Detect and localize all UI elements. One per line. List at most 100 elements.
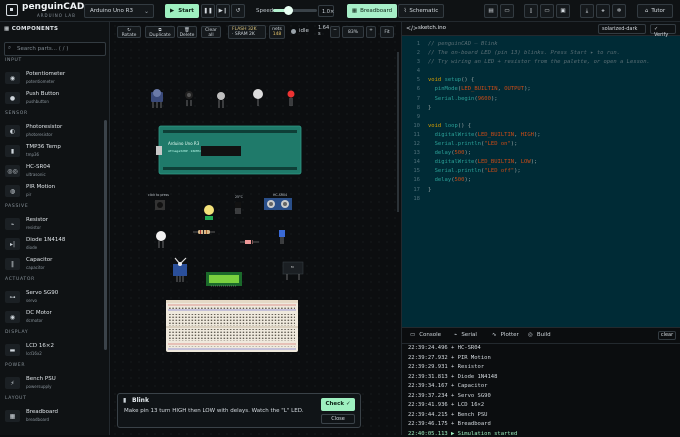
code-line: 8} — [406, 104, 650, 113]
start-label: Start — [178, 8, 194, 14]
sidebar-item-potentiometer[interactable]: ◉ Potentiometer potentiometer — [5, 69, 103, 87]
sidebar-item-diode[interactable]: ▸| Diode 1N4148 diode — [5, 235, 103, 253]
play-icon: ▶ — [170, 8, 175, 14]
sidebar-item-lcd16x2[interactable]: ▬ LCD 16×2 lcd16x2 — [5, 341, 103, 359]
line-number: 3 — [416, 59, 420, 66]
code-line: 5 void setup() { — [406, 76, 650, 85]
search-placeholder: Search parts... ( / ) — [17, 46, 69, 52]
temp-caption: 25°C — [235, 195, 244, 199]
sidebar-item-servo[interactable]: ⊶ Servo SG90 servo — [5, 288, 103, 306]
new-file-button[interactable]: ▯ — [524, 4, 538, 18]
line-number: 13 — [413, 150, 420, 157]
settings-button[interactable]: ✲ — [612, 4, 626, 18]
code-token: digitalWrite — [434, 159, 475, 166]
part-dc-motor[interactable]: M — [282, 261, 304, 280]
sidebar-scrollbar[interactable] — [104, 120, 107, 350]
close-button[interactable]: Close — [321, 414, 355, 424]
sidebar-item-label: Diode 1N4148 — [26, 237, 66, 243]
sidebar-item-pushbutton[interactable]: ● Push Button pushbutton — [5, 89, 103, 107]
breadboard-canvas[interactable]: ↻ Rotate ⧉ Duplicate 🗑 Delete Clear all FLA… — [111, 22, 401, 435]
part-pir[interactable] — [204, 205, 214, 220]
resistor-icon: ⌁ — [5, 218, 20, 230]
tab-plotter[interactable]: ∿ Plotter — [492, 332, 519, 338]
part-resistor[interactable] — [193, 230, 215, 234]
arduino-uno-board[interactable]: Arduino Uno R3 ATmega328P · 16MHz — [156, 125, 302, 175]
part-diode[interactable] — [240, 240, 259, 244]
line-number: 18 — [413, 195, 420, 202]
export-button[interactable]: ⤓ — [580, 4, 594, 18]
verify-button[interactable]: ✓ Verify — [650, 24, 676, 38]
canvas-scrollbar[interactable] — [397, 52, 399, 212]
verify-label: Verify — [654, 32, 669, 38]
speed-slider[interactable] — [273, 6, 317, 15]
sidebar-item-dcmotor[interactable]: ◉ DC Motor dcmotor — [5, 308, 103, 326]
code-line: 2 // The on-board LED (pin 13) blinks. Pr… — [406, 49, 650, 58]
sidebar-item-photoresistor[interactable]: ◐ Photoresistor photoresistor — [5, 122, 103, 140]
tab-serial[interactable]: ⌁ Serial — [454, 332, 477, 338]
sidebar-item-pir[interactable]: ◍ PIR Motion pir — [5, 182, 103, 200]
build-icon: ◎ — [528, 332, 533, 338]
tab-build[interactable]: ◎ Build — [528, 332, 551, 338]
panel-toggle-button[interactable]: ▭ — [500, 4, 514, 18]
sidebar-item-label: Potentiometer — [26, 71, 66, 77]
tutor-button[interactable]: ⌂ Tutor — [637, 4, 673, 18]
step-button[interactable]: ▶❙ — [216, 4, 230, 18]
save-button[interactable]: ▣ — [556, 4, 570, 18]
part-capacitor[interactable] — [156, 231, 166, 248]
line-number: 4 — [416, 68, 420, 75]
start-button[interactable]: ▶ Start — [165, 4, 199, 18]
board-select[interactable]: Arduino Uno R3 ⌄ — [84, 4, 154, 18]
clear-console-button[interactable]: clear — [658, 331, 676, 340]
part-servo[interactable] — [173, 257, 187, 282]
code-token: LOW — [520, 159, 531, 166]
code-token: 500 — [454, 150, 465, 157]
breadboard[interactable] — [166, 300, 298, 352]
pause-button[interactable]: ❚❚ — [201, 4, 215, 18]
part-thermistor[interactable] — [253, 89, 263, 106]
code-line: 7 Serial.begin(9600); — [406, 95, 650, 104]
tab-console[interactable]: ▭ Console — [410, 332, 441, 338]
part-photoresistor[interactable] — [217, 92, 225, 108]
theme-select[interactable]: solarized-dark — [598, 24, 646, 34]
part-potentiometer[interactable] — [151, 89, 163, 108]
thermo-icon: ▮ — [5, 145, 20, 157]
part-tmp36[interactable]: 25°C — [235, 195, 244, 214]
part-led-blue[interactable] — [279, 230, 285, 244]
step-icon: ▶❙ — [218, 8, 228, 14]
sidebar-item-tmp36[interactable]: ▮ TMP36 Temp tmp36 — [5, 142, 103, 160]
open-folder-button[interactable]: ▭ — [540, 4, 554, 18]
sidebar-item-sub: tmp36 — [26, 152, 40, 157]
code-editor[interactable]: </> sketch.ino solarized-dark ✓ Verify 1… — [401, 22, 680, 327]
sidebar-item-powersupply[interactable]: ⚡ Bench PSU powersupply — [5, 374, 103, 392]
layout-toggle-button[interactable]: ▤ — [484, 4, 498, 18]
tab-schematic[interactable]: ⌇ Schematic — [398, 4, 444, 18]
sidebar-item-breadboard[interactable]: ▦ Breadboard breadboard — [5, 407, 103, 425]
part-push-button[interactable] — [185, 91, 193, 106]
components-sidebar: ▦ COMPONENTS ⌕ Search parts... ( / ) INP… — [0, 22, 110, 435]
tab-breadboard[interactable]: ▦ Breadboard — [347, 4, 397, 18]
sidebar-item-label: Photoresistor — [26, 124, 63, 130]
sidebar-item-ultrasonic[interactable]: ◎◎ HC-SR04 ultrasonic — [5, 162, 103, 180]
part-hc-sr04[interactable]: HC-SR04 — [264, 193, 292, 210]
speed-slider-knob[interactable] — [284, 6, 294, 15]
sidebar-item-capacitor[interactable]: ‖ Capacitor capacitor — [5, 255, 103, 273]
category-layout: LAYOUT — [5, 396, 27, 401]
code-line: 18 — [406, 195, 650, 204]
part-lcd[interactable] — [206, 272, 242, 287]
part-led-red[interactable] — [287, 90, 295, 107]
parts-search-input[interactable]: ⌕ Search parts... ( / ) — [4, 42, 106, 56]
code-line: 4 — [406, 67, 650, 76]
part-push-button-2[interactable]: click to press — [148, 193, 169, 210]
share-button[interactable]: ⚹ — [596, 4, 610, 18]
sidebar-item-resistor[interactable]: ⌁ Resistor resistor — [5, 215, 103, 233]
reset-button[interactable]: ↺ — [231, 4, 245, 18]
code-area[interactable]: 1 // penguinCAD — Blink 2 // The on-board L… — [406, 40, 650, 204]
check-button-label: Check ✓ — [325, 401, 351, 407]
file-name-tab[interactable]: sketch.ino — [418, 25, 446, 31]
check-button[interactable]: Check ✓ — [321, 398, 355, 411]
code-token: 9600 — [477, 95, 491, 102]
graduation-icon: ⌂ — [644, 8, 649, 14]
